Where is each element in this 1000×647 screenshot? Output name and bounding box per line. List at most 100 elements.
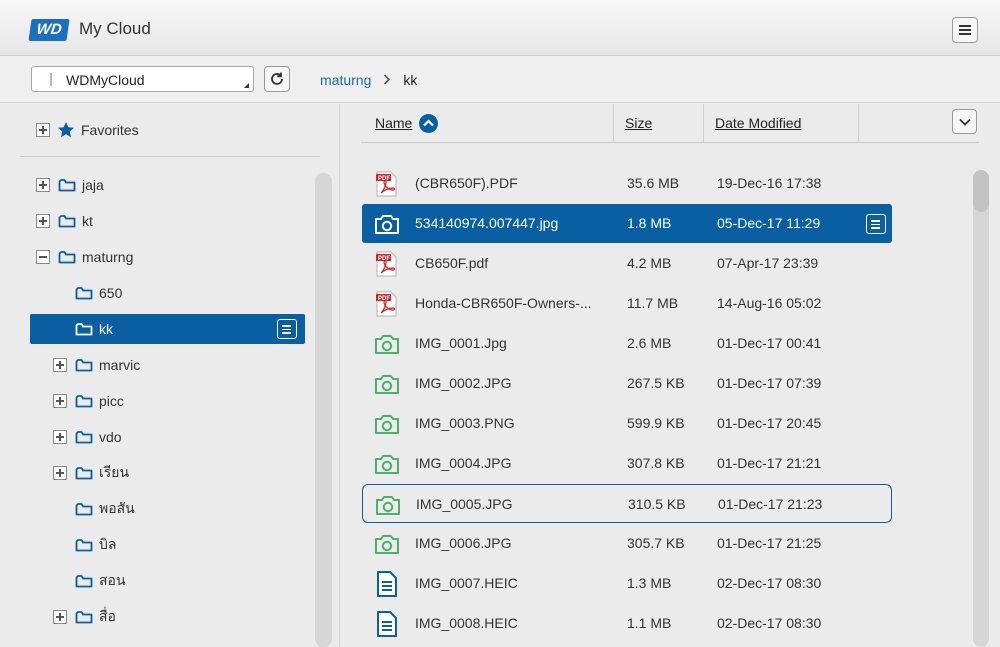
file-date: 01-Dec-17 21:25 — [717, 535, 822, 551]
expand-icon[interactable] — [36, 178, 50, 192]
file-size: 307.8 KB — [627, 455, 685, 471]
file-name: IMG_0007.HEIC — [415, 575, 518, 591]
expand-icon[interactable] — [53, 610, 67, 624]
expand-icon[interactable] — [53, 358, 67, 372]
file-date: 14-Aug-16 05:02 — [717, 295, 822, 311]
pdf-icon: PDF — [374, 251, 400, 277]
file-size: 4.2 MB — [627, 255, 672, 271]
main-menu-button[interactable] — [952, 17, 978, 43]
file-row[interactable]: PDF Honda-CBR650F-Owners-... 11.7 MB 14-Aug… — [362, 284, 892, 323]
expand-icon[interactable] — [53, 466, 67, 480]
file-row[interactable]: PDF CB650F.pdf 4.2 MB 07-Apr-17 23:39 — [362, 244, 892, 283]
camera-icon — [374, 211, 400, 237]
tree-item[interactable]: maturng — [36, 242, 133, 272]
star-icon — [58, 122, 74, 138]
file-name: 534140974.007447.jpg — [415, 215, 559, 231]
chevron-down-icon — [958, 118, 971, 126]
file-date: 05-Dec-17 11:29 — [717, 215, 821, 231]
file-size: 35.6 MB — [627, 175, 680, 191]
expand-icon[interactable] — [53, 430, 67, 444]
folder-icon — [75, 394, 93, 408]
wd-logo: WD — [28, 19, 70, 41]
file-row[interactable]: IMG_0008.HEIC 1.1 MB 02-Dec-17 08:30 — [362, 604, 892, 643]
collapse-icon[interactable] — [36, 250, 50, 264]
tree-item-label: เรียน — [99, 464, 130, 480]
scrollbar-thumb[interactable] — [973, 170, 989, 212]
folder-icon — [75, 574, 93, 588]
tree-item-label: picc — [99, 393, 124, 409]
folder-icon — [58, 178, 76, 192]
tree-item[interactable]: picc — [53, 386, 124, 416]
tree-item[interactable]: พอสัน — [53, 494, 135, 524]
document-icon — [374, 571, 400, 597]
tree-scrollbar[interactable] — [315, 173, 332, 647]
folder-tree: Favorites jaja kt maturng 650 kk marvic picc vd… — [0, 104, 340, 647]
row-menu-icon[interactable] — [866, 214, 886, 234]
tree-item-label: สอน — [99, 572, 126, 588]
folder-icon — [75, 466, 93, 480]
chevron-right-icon — [383, 72, 391, 88]
tree-item-label: kt — [82, 213, 93, 229]
tree-item[interactable]: สื่อ — [53, 602, 116, 632]
breadcrumb: maturng kk — [320, 72, 417, 88]
file-date: 07-Apr-17 23:39 — [717, 255, 819, 271]
tree-item[interactable]: vdo — [53, 422, 122, 452]
row-menu-icon[interactable] — [277, 319, 297, 339]
camera-icon — [374, 451, 400, 477]
list-scrollbar[interactable] — [973, 170, 989, 647]
column-name-label: Name — [375, 115, 413, 131]
sort-ascending-icon[interactable] — [419, 113, 439, 133]
file-row[interactable]: IMG_0007.HEIC 1.3 MB 02-Dec-17 08:30 — [362, 564, 892, 603]
tree-item[interactable]: jaja — [36, 170, 104, 200]
tree-item[interactable]: สอน — [53, 566, 126, 596]
tree-item[interactable]: kk — [30, 314, 305, 344]
refresh-button[interactable] — [264, 66, 290, 92]
refresh-icon — [271, 72, 283, 85]
file-name: IMG_0003.PNG — [415, 415, 515, 431]
file-size: 267.5 KB — [627, 375, 685, 391]
tree-item[interactable]: บิล — [53, 530, 116, 560]
tree-item[interactable]: kt — [36, 206, 93, 236]
drive-icon — [50, 73, 52, 86]
tree-item[interactable]: เรียน — [53, 458, 129, 488]
camera-icon — [374, 411, 400, 437]
column-header-name[interactable]: Name — [375, 104, 439, 142]
column-header-size[interactable]: Size — [625, 104, 652, 142]
tree-item-label: สื่อ — [99, 608, 116, 624]
column-separator — [613, 104, 614, 142]
file-name: IMG_0008.HEIC — [415, 615, 518, 631]
file-row[interactable]: 534140974.007447.jpg 1.8 MB 05-Dec-17 11:2… — [362, 204, 892, 243]
expand-icon[interactable] — [36, 214, 50, 228]
expand-icon[interactable] — [53, 394, 67, 408]
folder-icon — [75, 538, 93, 552]
tree-item-favorites[interactable]: Favorites — [36, 121, 139, 139]
file-date: 01-Dec-17 21:23 — [718, 496, 823, 512]
app-title: My Cloud — [79, 19, 151, 38]
file-row[interactable]: IMG_0005.JPG 310.5 KB 01-Dec-17 21:23 — [362, 484, 892, 523]
tree-item[interactable]: marvic — [53, 350, 140, 380]
column-options-button[interactable] — [952, 109, 977, 134]
breadcrumb-item-maturng[interactable]: maturng — [320, 72, 371, 88]
file-name: IMG_0001.Jpg — [415, 335, 507, 351]
column-separator — [858, 104, 859, 142]
folder-icon — [58, 214, 76, 228]
device-select[interactable]: WDMyCloud — [31, 66, 254, 92]
file-row[interactable]: IMG_0003.PNG 599.9 KB 01-Dec-17 20:45 — [362, 404, 892, 443]
file-size: 11.7 MB — [627, 295, 679, 311]
file-name: IMG_0005.JPG — [416, 496, 513, 512]
dropdown-arrow-icon — [244, 83, 249, 88]
pdf-icon: PDF — [374, 171, 400, 197]
tree-item[interactable]: 650 — [53, 278, 122, 308]
expand-icon[interactable] — [36, 123, 50, 137]
file-row[interactable]: IMG_0001.Jpg 2.6 MB 01-Dec-17 00:41 — [362, 324, 892, 363]
file-row[interactable]: IMG_0004.JPG 307.8 KB 01-Dec-17 21:21 — [362, 444, 892, 483]
file-row[interactable]: PDF (CBR650F).PDF 35.6 MB 19-Dec-16 17:38 — [362, 164, 892, 203]
column-header-date[interactable]: Date Modified — [715, 104, 801, 142]
file-row[interactable]: IMG_0006.JPG 305.7 KB 01-Dec-17 21:25 — [362, 524, 892, 563]
file-row[interactable]: IMG_0002.JPG 267.5 KB 01-Dec-17 07:39 — [362, 364, 892, 403]
tree-item-label: บิล — [99, 536, 117, 552]
file-size: 1.1 MB — [627, 615, 672, 631]
file-date: 02-Dec-17 08:30 — [717, 615, 822, 631]
favorites-label: Favorites — [81, 122, 139, 138]
file-date: 02-Dec-17 08:30 — [717, 575, 822, 591]
